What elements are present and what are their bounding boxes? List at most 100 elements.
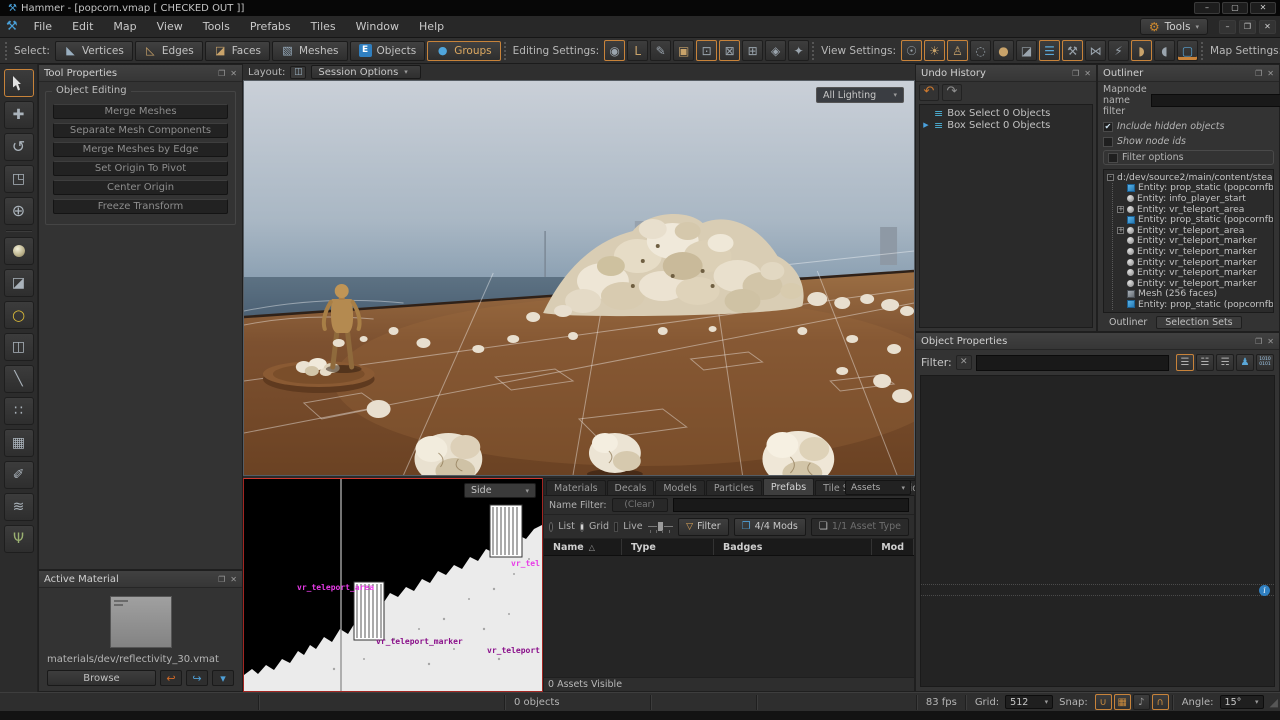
float-panel-icon[interactable]: ❐ — [218, 69, 225, 78]
light-preview-icon[interactable]: ☀ — [924, 40, 945, 61]
pivot-tool[interactable]: ⊕ — [4, 197, 34, 225]
properties-splitter[interactable]: i — [921, 584, 1274, 596]
mirror-tool[interactable]: ◫ — [4, 333, 34, 361]
tool-action-button[interactable]: Separate Mesh Components — [53, 123, 228, 138]
monitor-icon[interactable]: ▢ — [1177, 40, 1198, 61]
close-panel-icon[interactable]: ✕ — [1267, 337, 1274, 346]
tool-action-button[interactable]: Freeze Transform — [53, 199, 228, 214]
entity-helper-icon[interactable]: ♟ — [1236, 354, 1254, 371]
include-hidden-checkbox[interactable]: ✔ — [1103, 122, 1113, 132]
live-checkbox[interactable] — [614, 522, 618, 532]
asset-tab[interactable]: Prefabs — [763, 478, 814, 495]
maximize-button[interactable]: ▢ — [1222, 2, 1248, 14]
clear-filter-icon[interactable]: ✕ — [956, 355, 972, 370]
menu-item[interactable]: Prefabs — [240, 16, 301, 37]
collapse-icon[interactable]: - — [1107, 174, 1114, 181]
select-mode-button[interactable]: ● Groups — [427, 41, 500, 61]
move-tool[interactable]: ✚ — [4, 101, 34, 129]
select-mode-button[interactable]: E Objects — [350, 41, 426, 61]
menu-item[interactable]: Window — [346, 16, 409, 37]
portal-icon[interactable]: ◗ — [1131, 40, 1152, 61]
tree-root[interactable]: - d:/dev/source2/main/content/steamt... — [1107, 172, 1270, 183]
lighting-icon[interactable]: ☉ — [901, 40, 922, 61]
menu-item[interactable]: Map — [103, 16, 146, 37]
player-run-icon[interactable]: ⚡ — [1108, 40, 1129, 61]
close-panel-icon[interactable]: ✕ — [230, 69, 237, 78]
filter-button[interactable]: ▽ Filter — [678, 518, 728, 536]
float-panel-icon[interactable]: ❐ — [1255, 337, 1262, 346]
edge-slide-icon[interactable]: ✎ — [650, 40, 671, 61]
resize-grip[interactable]: ◢ — [1270, 696, 1278, 709]
tree-item[interactable]: Entity: info_player_start — [1117, 193, 1270, 204]
asset-tab[interactable]: Decals — [607, 480, 655, 495]
column-header[interactable]: Badges △ — [714, 539, 872, 555]
undo-button[interactable]: ↶ — [919, 84, 939, 101]
clip-tool[interactable]: ╲ — [4, 365, 34, 393]
undo-list-item[interactable]: ▶ ≡ Box Select 0 Objects — [920, 107, 1092, 119]
material-preview[interactable] — [110, 596, 172, 648]
mdi-restore-button[interactable]: ❐ — [1239, 20, 1256, 34]
close-button[interactable]: ✕ — [1250, 2, 1276, 14]
tab-outliner[interactable]: Outliner — [1103, 317, 1153, 328]
select-tool[interactable] — [4, 69, 34, 97]
tree-item[interactable]: Entity: prop_static (popcornfbx) — [1117, 183, 1270, 194]
name-filter-input[interactable] — [673, 498, 909, 512]
redo-button[interactable]: ↷ — [942, 84, 962, 101]
menu-item[interactable]: Tiles — [301, 16, 346, 37]
select-mode-button[interactable]: ◺ Edges — [135, 41, 203, 61]
grouped-list-icon[interactable]: ☱ — [1196, 354, 1214, 371]
show-node-ids-checkbox[interactable] — [1103, 137, 1113, 147]
tree-item[interactable]: + Entity: vr_teleport_area — [1117, 225, 1270, 236]
texture-tool[interactable]: ▦ — [4, 429, 34, 457]
asset-tab[interactable]: Materials — [546, 480, 606, 495]
mods-button[interactable]: ❐ 4/4 Mods — [734, 518, 806, 536]
expand-icon[interactable]: + — [1117, 227, 1124, 234]
select-mode-button[interactable]: ◪ Faces — [205, 41, 270, 61]
polygon-tool[interactable]: ○ — [4, 301, 34, 329]
rotate-tool[interactable]: ↺ — [4, 133, 34, 161]
soft-select-icon[interactable]: ⊞ — [742, 40, 763, 61]
menu-item[interactable]: Tools — [193, 16, 240, 37]
tool-action-button[interactable]: Merge Meshes — [53, 104, 228, 119]
tree-item[interactable]: Entity: vr_teleport_marker — [1117, 236, 1270, 247]
info-icon[interactable]: i — [1259, 585, 1270, 596]
tile-layers-icon[interactable]: ☰ — [1039, 40, 1060, 61]
toolbar-grip[interactable] — [504, 42, 506, 60]
tool-action-button[interactable]: Merge Meshes by Edge — [53, 142, 228, 157]
tree-item[interactable]: Entity: vr_teleport_marker — [1117, 278, 1270, 289]
mapnode-filter-input[interactable] — [1151, 94, 1280, 107]
textured-geometry-icon[interactable]: ◪ — [1016, 40, 1037, 61]
viewport-2d[interactable]: vr_teleport_area vr_teleport_marker vr_t… — [243, 478, 543, 692]
select-mode-button[interactable]: ◣ Vertices — [55, 41, 133, 61]
snap-rotation-icon[interactable]: ∩ — [1152, 694, 1169, 710]
tool-separator[interactable] — [6, 230, 32, 232]
world-snap-icon[interactable]: ◉ — [604, 40, 625, 61]
toolbar-grip[interactable] — [1201, 42, 1203, 60]
gizmo-space-icon[interactable]: ◈ — [765, 40, 786, 61]
foliage-tool[interactable]: Ψ — [4, 525, 34, 553]
lighting-mode-dropdown[interactable]: All Lighting ▾ — [816, 87, 904, 103]
tree-item[interactable]: Entity: vr_teleport_marker — [1117, 257, 1270, 268]
thumbnail-size-slider[interactable] — [648, 520, 674, 534]
raw-binary-icon[interactable]: 1010 0101 — [1256, 354, 1274, 371]
helpers-icon[interactable]: ⚒ — [1062, 40, 1083, 61]
tree-list-icon[interactable]: ☴ — [1216, 354, 1234, 371]
sphere-shaded-icon[interactable]: ◌ — [970, 40, 991, 61]
expand-icon[interactable]: + — [1117, 206, 1124, 213]
view-orientation-dropdown[interactable]: Side ▾ — [464, 483, 536, 498]
asset-type-button[interactable]: ❏ 1/1 Asset Type — [811, 518, 909, 536]
handle-select-icon[interactable]: ⊠ — [719, 40, 740, 61]
mdi-minimize-button[interactable]: – — [1219, 20, 1236, 34]
displacement-tool[interactable]: ≋ — [4, 493, 34, 521]
snap-magnet-icon[interactable]: ∪ — [1095, 694, 1112, 710]
column-header[interactable]: Mod △ — [872, 539, 914, 555]
local-coords-icon[interactable]: L — [627, 40, 648, 61]
player-clip-icon[interactable]: ♙ — [947, 40, 968, 61]
properties-filter-input[interactable] — [976, 355, 1169, 371]
tab-selection-sets[interactable]: Selection Sets — [1156, 316, 1241, 329]
tools-dropdown[interactable]: ⚙ Tools ▾ — [1140, 18, 1208, 35]
more-options-icon[interactable]: ▾ — [212, 670, 234, 686]
select-mode-button[interactable]: ▧ Meshes — [272, 41, 348, 61]
model-edit-icon[interactable]: ▣ — [673, 40, 694, 61]
float-panel-icon[interactable]: ❐ — [1255, 69, 1262, 78]
